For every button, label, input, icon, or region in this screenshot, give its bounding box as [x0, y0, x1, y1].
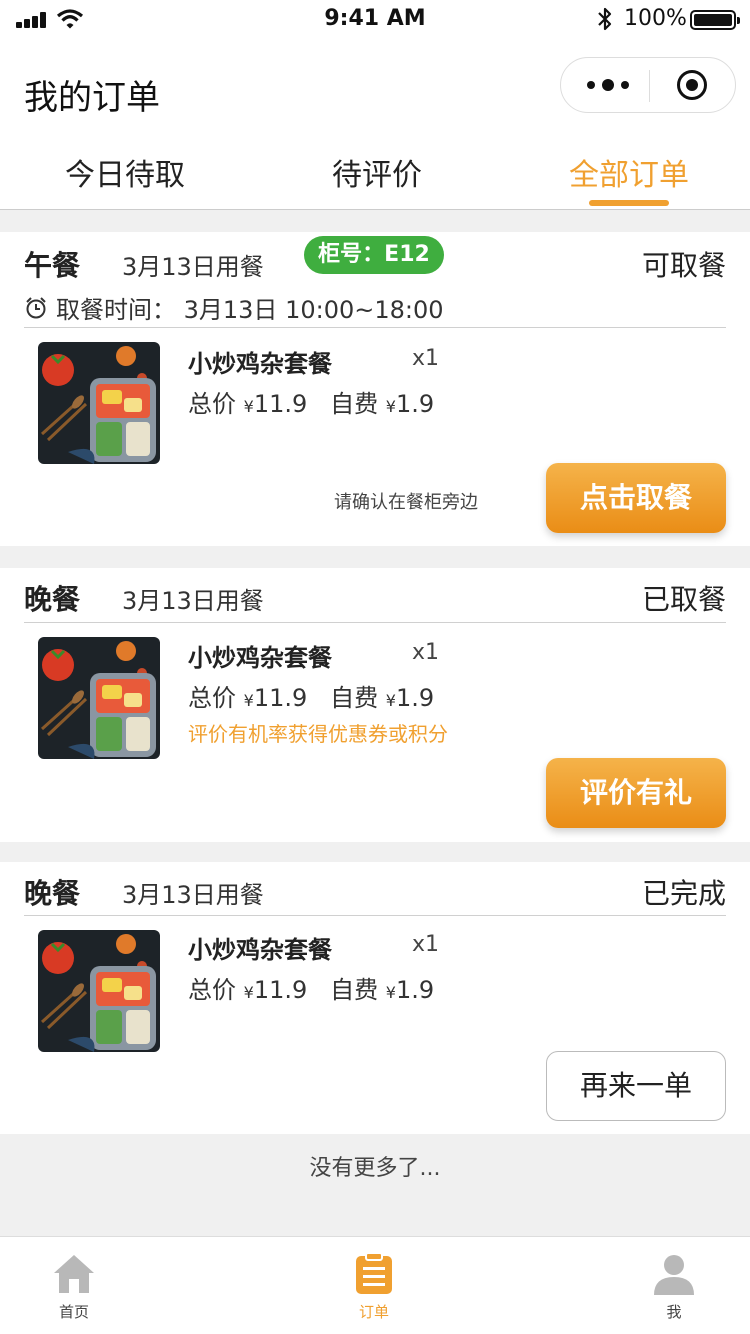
order-card: 晚餐 3月13日用餐 已取餐 小炒鸡杂套餐 x1 总价 ¥11.9 自费 ¥1.…	[0, 568, 750, 842]
pickup-time: 取餐时间： 3月13日 10:00~18:00	[24, 290, 444, 325]
no-more-text: 没有更多了...	[309, 1156, 441, 1181]
order-meal: 晚餐	[24, 583, 81, 616]
meal-image[interactable]	[38, 930, 160, 1052]
item-qty: x1	[412, 346, 440, 371]
meal-image[interactable]	[38, 342, 160, 464]
total-price: 11.9	[253, 684, 308, 712]
currency-symbol: ¥	[385, 983, 396, 1002]
item-name: 小炒鸡杂套餐	[188, 644, 332, 672]
tabbar-home-label: 首页	[58, 1303, 89, 1321]
item-name: 小炒鸡杂套餐	[188, 936, 332, 964]
tabbar-home[interactable]: 首页	[24, 1237, 124, 1334]
reorder-button[interactable]: 再来一单	[546, 1051, 726, 1121]
order-card: 晚餐 3月13日用餐 已完成 小炒鸡杂套餐 x1 总价 ¥11.9 自费 ¥1.…	[0, 862, 750, 1134]
currency-symbol: ¥	[243, 983, 254, 1002]
tabbar-me-label: 我	[666, 1303, 682, 1321]
bluetooth-icon	[598, 7, 612, 31]
bottom-tab-bar: 首页 订单 我	[0, 1236, 750, 1334]
battery-percent: 100%	[624, 6, 687, 31]
tab-all-orders[interactable]: 全部订单	[504, 150, 750, 194]
order-tabs: 今日待取 待评价 全部订单	[0, 140, 750, 210]
pickup-note: 请确认在餐柜旁边	[334, 492, 478, 513]
total-price: 11.9	[253, 976, 308, 1004]
item-price: 总价 ¥11.9 自费 ¥1.9	[188, 384, 434, 419]
order-date: 3月13日用餐	[122, 881, 264, 909]
divider	[24, 915, 726, 916]
self-pay-price: 1.9	[395, 684, 435, 712]
pickup-button[interactable]: 点击取餐	[546, 463, 726, 533]
currency-symbol: ¥	[385, 691, 396, 710]
order-date: 3月13日用餐	[122, 587, 264, 615]
self-pay-label: 自费	[330, 976, 379, 1004]
total-label: 总价	[188, 390, 236, 418]
currency-symbol: ¥	[385, 397, 396, 416]
status-bar: 9:41 AM 100%	[0, 0, 750, 40]
order-meal: 晚餐	[24, 877, 81, 910]
capsule-divider	[649, 70, 650, 102]
self-pay-label: 自费	[330, 390, 379, 418]
close-program-icon[interactable]	[677, 70, 707, 100]
item-qty: x1	[412, 932, 440, 957]
self-pay-price: 1.9	[395, 976, 435, 1004]
currency-symbol: ¥	[243, 691, 254, 710]
currency-symbol: ¥	[243, 397, 254, 416]
review-button[interactable]: 评价有礼	[546, 758, 726, 828]
locker-badge: 柜号：E12	[304, 236, 444, 274]
battery-icon	[690, 10, 740, 30]
total-label: 总价	[188, 684, 236, 712]
order-date: 3月13日用餐	[122, 253, 264, 281]
self-pay-label: 自费	[330, 684, 379, 712]
more-icon[interactable]	[587, 78, 631, 92]
order-card: 午餐 3月13日用餐 柜号：E12 可取餐 取餐时间： 3月13日 10:00~…	[0, 232, 750, 546]
page-title: 我的订单	[24, 78, 160, 118]
item-qty: x1	[412, 640, 440, 665]
divider	[24, 327, 726, 328]
active-tab-indicator	[589, 200, 669, 206]
tabbar-orders-label: 订单	[358, 1303, 389, 1321]
item-name: 小炒鸡杂套餐	[188, 350, 332, 378]
tabbar-me[interactable]: 我	[624, 1237, 724, 1334]
total-label: 总价	[188, 976, 236, 1004]
nav-bar: 我的订单	[0, 40, 750, 140]
tab-to-review[interactable]: 待评价	[252, 150, 502, 194]
self-pay-price: 1.9	[395, 390, 435, 418]
total-price: 11.9	[253, 390, 308, 418]
item-price: 总价 ¥11.9 自费 ¥1.9	[188, 678, 434, 713]
order-status: 已取餐	[641, 583, 726, 616]
order-meal: 午餐	[24, 249, 81, 282]
meal-image[interactable]	[38, 637, 160, 759]
mini-program-capsule	[560, 57, 736, 113]
user-icon	[654, 1255, 694, 1295]
pickup-time-text: 取餐时间： 3月13日 10:00~18:00	[56, 296, 444, 324]
review-tip: 评价有机率获得优惠券或积分	[188, 722, 448, 746]
clipboard-icon	[356, 1252, 392, 1294]
item-price: 总价 ¥11.9 自费 ¥1.9	[188, 970, 434, 1005]
order-status: 已完成	[641, 877, 726, 910]
alarm-clock-icon	[26, 296, 46, 318]
home-icon	[54, 1255, 94, 1293]
tabbar-orders[interactable]: 订单	[324, 1237, 424, 1334]
divider	[24, 622, 726, 623]
tab-today-pickup[interactable]: 今日待取	[0, 150, 250, 194]
order-status: 可取餐	[641, 249, 726, 282]
